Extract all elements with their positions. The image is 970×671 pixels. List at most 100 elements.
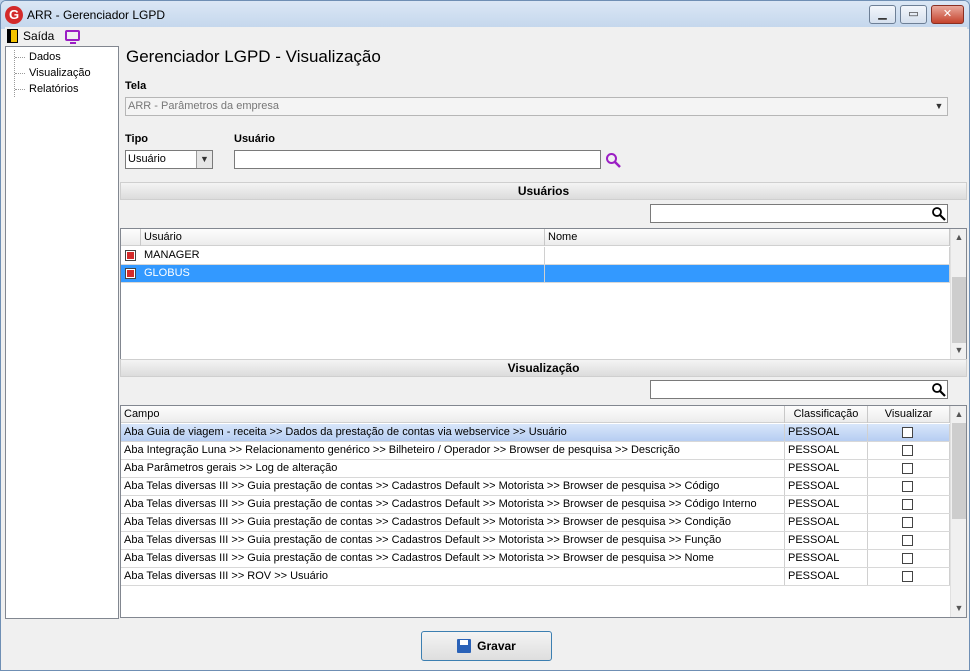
tipo-select[interactable]: Usuário ▼	[125, 150, 213, 169]
cell-campo: Aba Integração Luna >> Relacionamento ge…	[121, 442, 785, 459]
cell-classificacao: PESSOAL	[785, 568, 868, 585]
search-icon[interactable]	[605, 152, 621, 168]
table-row[interactable]: Aba Telas diversas III >> Guia prestação…	[121, 496, 950, 514]
table-row[interactable]: Aba Integração Luna >> Relacionamento ge…	[121, 442, 950, 460]
sidebar-item-relatorios[interactable]: Relatórios	[14, 82, 79, 97]
scroll-thumb[interactable]	[952, 277, 966, 343]
chevron-down-icon: ▼	[196, 151, 212, 168]
page-title: Gerenciador LGPD - Visualização	[126, 47, 381, 66]
cell-classificacao: PESSOAL	[785, 478, 868, 495]
exit-door-icon	[7, 29, 18, 43]
visualizar-checkbox[interactable]	[902, 481, 913, 492]
row-checkbox[interactable]	[125, 250, 136, 261]
cell-campo: Aba Guia de viagem - receita >> Dados da…	[121, 424, 785, 441]
header-check-column	[121, 229, 141, 246]
cell-visualizar	[868, 496, 950, 513]
app-logo-icon: G	[5, 6, 23, 24]
users-section-header: Usuários	[120, 182, 967, 200]
window-title: ARR - Gerenciador LGPD	[27, 8, 166, 22]
cell-classificacao: PESSOAL	[785, 496, 868, 513]
cell-classificacao: PESSOAL	[785, 442, 868, 459]
restore-button[interactable]: ▭	[900, 5, 927, 24]
cell-classificacao: PESSOAL	[785, 514, 868, 531]
menu-bar: Saída	[5, 27, 967, 45]
visualizar-checkbox[interactable]	[902, 571, 913, 582]
visualizar-checkbox[interactable]	[902, 553, 913, 564]
cell-campo: Aba Telas diversas III >> ROV >> Usuário	[121, 568, 785, 585]
cell-visualizar	[868, 514, 950, 531]
cell-visualizar	[868, 550, 950, 567]
table-row[interactable]: Aba Telas diversas III >> Guia prestação…	[121, 514, 950, 532]
view-scrollbar[interactable]: ▲ ▼	[950, 406, 966, 617]
tela-label: Tela	[125, 80, 147, 92]
cell-campo: Aba Telas diversas III >> Guia prestação…	[121, 478, 785, 495]
visualizar-checkbox[interactable]	[902, 499, 913, 510]
cell-classificacao: PESSOAL	[785, 460, 868, 477]
cell-campo: Aba Telas diversas III >> Guia prestação…	[121, 532, 785, 549]
table-row-selected[interactable]: GLOBUS	[121, 265, 950, 283]
view-grid: Campo Classificação Visualizar Aba Guia …	[120, 405, 967, 618]
save-button[interactable]: Gravar	[421, 631, 552, 661]
table-row[interactable]: Aba Guia de viagem - receita >> Dados da…	[121, 424, 950, 442]
scroll-down-icon[interactable]: ▼	[951, 342, 966, 359]
header-classificacao[interactable]: Classificação	[785, 406, 868, 423]
exit-menu-item[interactable]: Saída	[7, 28, 54, 44]
cell-nome	[545, 247, 950, 264]
cell-visualizar	[868, 478, 950, 495]
view-grid-header: Campo Classificação Visualizar	[121, 406, 950, 423]
scroll-up-icon[interactable]: ▲	[951, 229, 966, 246]
cell-campo: Aba Telas diversas III >> Guia prestação…	[121, 550, 785, 567]
sidebar-item-dados[interactable]: Dados	[14, 50, 61, 65]
scroll-thumb[interactable]	[952, 423, 966, 519]
row-checkbox[interactable]	[125, 268, 136, 279]
table-row[interactable]: Aba Telas diversas III >> Guia prestação…	[121, 532, 950, 550]
table-row[interactable]: Aba Parâmetros gerais >> Log de alteraçã…	[121, 460, 950, 478]
visualizar-checkbox[interactable]	[902, 445, 913, 456]
visualizar-checkbox[interactable]	[902, 463, 913, 474]
users-grid-header: Usuário Nome	[121, 229, 950, 246]
visualizar-checkbox[interactable]	[902, 535, 913, 546]
cell-campo: Aba Telas diversas III >> Guia prestação…	[121, 496, 785, 513]
scroll-up-icon[interactable]: ▲	[951, 406, 966, 423]
table-row[interactable]: Aba Telas diversas III >> Guia prestação…	[121, 478, 950, 496]
usuario-label: Usuário	[234, 133, 275, 145]
visualizar-checkbox[interactable]	[902, 427, 913, 438]
save-disk-icon	[457, 639, 472, 653]
cell-visualizar	[868, 532, 950, 549]
sidebar-item-visualizacao[interactable]: Visualização	[14, 66, 91, 81]
monitor-icon[interactable]	[65, 30, 80, 44]
title-bar[interactable]: G ARR - Gerenciador LGPD ▁ ▭ ✕	[1, 1, 969, 29]
view-section-header: Visualização	[120, 359, 967, 377]
cell-visualizar	[868, 424, 950, 441]
cell-usuario: MANAGER	[141, 247, 545, 264]
table-row[interactable]: Aba Telas diversas III >> ROV >> Usuário…	[121, 568, 950, 586]
users-grid: Usuário Nome MANAGER GLOBUS ▲ ▼	[120, 228, 967, 360]
cell-visualizar	[868, 568, 950, 585]
table-row[interactable]: MANAGER	[121, 247, 950, 265]
header-visualizar[interactable]: Visualizar	[868, 406, 950, 423]
cell-visualizar	[868, 460, 950, 477]
users-filter-input[interactable]	[650, 204, 948, 223]
exit-label: Saída	[23, 29, 55, 43]
tipo-value: Usuário	[128, 153, 166, 165]
usuario-input[interactable]	[234, 150, 601, 169]
cell-usuario: GLOBUS	[141, 265, 545, 282]
close-button[interactable]: ✕	[931, 5, 964, 24]
view-filter-input[interactable]	[650, 380, 948, 399]
scroll-down-icon[interactable]: ▼	[951, 600, 966, 617]
tela-select[interactable]: ARR - Parâmetros da empresa ▼	[125, 97, 948, 116]
search-icon[interactable]	[931, 382, 947, 398]
header-campo[interactable]: Campo	[121, 406, 785, 423]
sidebar-tree: Dados Visualização Relatórios	[5, 46, 119, 619]
cell-classificacao: PESSOAL	[785, 532, 868, 549]
header-nome[interactable]: Nome	[545, 229, 950, 246]
cell-classificacao: PESSOAL	[785, 424, 868, 441]
table-row[interactable]: Aba Telas diversas III >> Guia prestação…	[121, 550, 950, 568]
header-usuario[interactable]: Usuário	[141, 229, 545, 246]
visualizar-checkbox[interactable]	[902, 517, 913, 528]
cell-visualizar	[868, 442, 950, 459]
client-area: Saída Dados Visualização Relatórios Gere…	[5, 27, 967, 668]
users-scrollbar[interactable]: ▲ ▼	[950, 229, 966, 359]
minimize-button[interactable]: ▁	[869, 5, 896, 24]
search-icon[interactable]	[931, 206, 947, 222]
